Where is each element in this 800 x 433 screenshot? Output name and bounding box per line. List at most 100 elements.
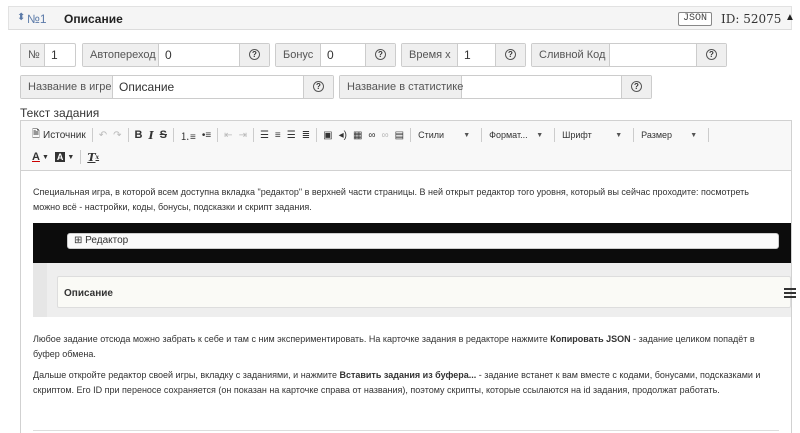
- autotransition-help-button[interactable]: ?: [239, 44, 269, 66]
- question-icon: ?: [249, 49, 260, 60]
- editor-content[interactable]: Специальная игра, в которой всем доступн…: [21, 172, 796, 433]
- unlink-icon[interactable]: ∞: [379, 126, 392, 144]
- format-label: Формат...: [489, 130, 528, 140]
- toolbar-divider: [80, 150, 82, 164]
- stats-name-help-button[interactable]: ?: [621, 76, 651, 98]
- align-justify-icon[interactable]: ≣: [299, 126, 313, 144]
- time-label: Время х: [402, 44, 458, 66]
- screenshot-card-title: Описание: [64, 288, 113, 299]
- question-icon: ?: [706, 49, 717, 60]
- toolbar-divider: [633, 128, 635, 142]
- format-dropdown[interactable]: Формат... ▼: [485, 127, 547, 143]
- drain-code-field: Сливной Код ?: [531, 43, 727, 67]
- toolbar-divider: [554, 128, 556, 142]
- question-icon: ?: [505, 49, 516, 60]
- undo-icon[interactable]: ↶: [96, 126, 110, 144]
- time-help-button[interactable]: ?: [495, 44, 525, 66]
- source-button[interactable]: 🗎 Источник: [29, 126, 89, 144]
- question-icon: ?: [631, 81, 642, 92]
- bonus-field: Бонус 0 ?: [275, 43, 396, 67]
- toolbar-divider: [217, 128, 219, 142]
- image-icon[interactable]: ▣: [320, 126, 335, 144]
- font-label: Шрифт: [562, 130, 592, 140]
- screenshot-editor-bar: ⊞ Редактор: [67, 233, 779, 249]
- styles-label: Стили: [418, 130, 445, 140]
- number-label: №: [21, 44, 45, 66]
- source-icon: 🗎: [32, 128, 41, 140]
- align-right-icon[interactable]: ☰: [284, 126, 299, 144]
- game-name-field: Название в игре Описание ?: [20, 75, 334, 99]
- rich-text-editor: 🗎 Источник ↶ ↷ B I S ⒈≡ •≡ ⇤ ⇥ ☰ ≡ ☰ ≣ ▣ …: [20, 120, 796, 433]
- bold-icon[interactable]: B: [132, 126, 146, 144]
- remove-format-icon[interactable]: Tx: [84, 148, 102, 166]
- link-icon[interactable]: ∞: [365, 126, 378, 144]
- bonus-label: Бонус: [276, 44, 321, 66]
- stats-name-input[interactable]: [462, 76, 621, 98]
- autotransition-field: Автопереход 0 ?: [82, 43, 270, 67]
- number-input[interactable]: 1: [45, 44, 75, 66]
- size-label: Размер: [641, 130, 673, 140]
- sort-icon[interactable]: ⬍: [17, 12, 25, 23]
- task-id: ID: 52075: [721, 12, 782, 26]
- number-field: № 1: [20, 43, 76, 67]
- task-number: №1: [27, 12, 47, 26]
- collapse-icon[interactable]: ▲: [785, 12, 795, 23]
- bonus-input[interactable]: 0: [321, 44, 366, 66]
- bulleted-list-icon[interactable]: •≡: [199, 126, 214, 144]
- copy-json-text: Копировать JSON: [550, 334, 631, 344]
- toolbar-divider: [91, 128, 93, 142]
- chevron-down-icon: ▼: [67, 153, 75, 161]
- background-color-icon: A: [54, 152, 66, 162]
- toolbar-divider: [127, 128, 129, 142]
- screenshot-sidebar: [33, 263, 47, 317]
- strikethrough-icon[interactable]: S: [157, 126, 170, 144]
- size-dropdown[interactable]: Размер ▼: [637, 127, 701, 143]
- redo-icon[interactable]: ↷: [110, 126, 124, 144]
- game-name-input[interactable]: Описание: [113, 76, 303, 98]
- toolbar-divider: [252, 128, 254, 142]
- media-icon[interactable]: ▤: [392, 126, 407, 144]
- source-label: Источник: [43, 129, 86, 141]
- indent-icon[interactable]: ⇥: [236, 126, 250, 144]
- json-button[interactable]: JSON: [678, 12, 713, 26]
- question-icon: ?: [313, 81, 324, 92]
- table-icon[interactable]: ▦: [350, 126, 365, 144]
- game-name-label: Название в игре: [21, 76, 113, 98]
- chevron-down-icon: ▼: [615, 131, 623, 139]
- time-field: Время х 1 ?: [401, 43, 526, 67]
- toolbar-divider: [481, 128, 483, 142]
- toolbar-divider: [708, 128, 710, 142]
- task-text-label: Текст задания: [20, 106, 100, 120]
- align-left-icon[interactable]: ☰: [257, 126, 272, 144]
- outdent-icon[interactable]: ⇤: [221, 126, 235, 144]
- content-paragraph: Специальная игра, в которой всем доступн…: [33, 187, 749, 212]
- drain-code-label: Сливной Код: [532, 44, 610, 66]
- numbered-list-icon[interactable]: ⒈≡: [177, 126, 199, 144]
- toolbar-divider: [172, 128, 174, 142]
- background-color-button[interactable]: A ▼: [52, 148, 77, 166]
- autotransition-input[interactable]: 0: [159, 44, 239, 66]
- toolbar-divider: [316, 128, 318, 142]
- task-title: Описание: [64, 12, 123, 26]
- stats-name-field: Название в статистике ?: [339, 75, 652, 99]
- content-text: Дальше откройте редактор своей игры, вкл…: [33, 370, 340, 380]
- content-paragraph: Любое задание отсюда можно забрать к себ…: [33, 332, 773, 362]
- drain-code-input[interactable]: [610, 44, 696, 66]
- bonus-help-button[interactable]: ?: [365, 44, 395, 66]
- editor-toolbar: 🗎 Источник ↶ ↷ B I S ⒈≡ •≡ ⇤ ⇥ ☰ ≡ ☰ ≣ ▣ …: [21, 121, 791, 171]
- align-center-icon[interactable]: ≡: [272, 126, 284, 144]
- italic-icon[interactable]: I: [145, 126, 156, 144]
- game-name-help-button[interactable]: ?: [303, 76, 333, 98]
- chevron-down-icon: ▼: [41, 153, 49, 161]
- paste-tasks-text: Вставить задания из буфера...: [339, 370, 477, 380]
- drain-code-help-button[interactable]: ?: [696, 44, 726, 66]
- screenshot-card: Описание: [57, 276, 796, 308]
- task-header: ⬍ №1 Описание JSON ID: 52075 ▲: [8, 6, 795, 30]
- font-dropdown[interactable]: Шрифт ▼: [558, 127, 626, 143]
- time-input[interactable]: 1: [458, 44, 496, 66]
- styles-dropdown[interactable]: Стили ▼: [414, 127, 474, 143]
- text-color-button[interactable]: A ▼: [29, 148, 52, 166]
- content-text: Любое задание отсюда можно забрать к себ…: [33, 334, 551, 344]
- stats-name-label: Название в статистике: [340, 76, 463, 98]
- audio-icon[interactable]: ◂): [336, 126, 350, 144]
